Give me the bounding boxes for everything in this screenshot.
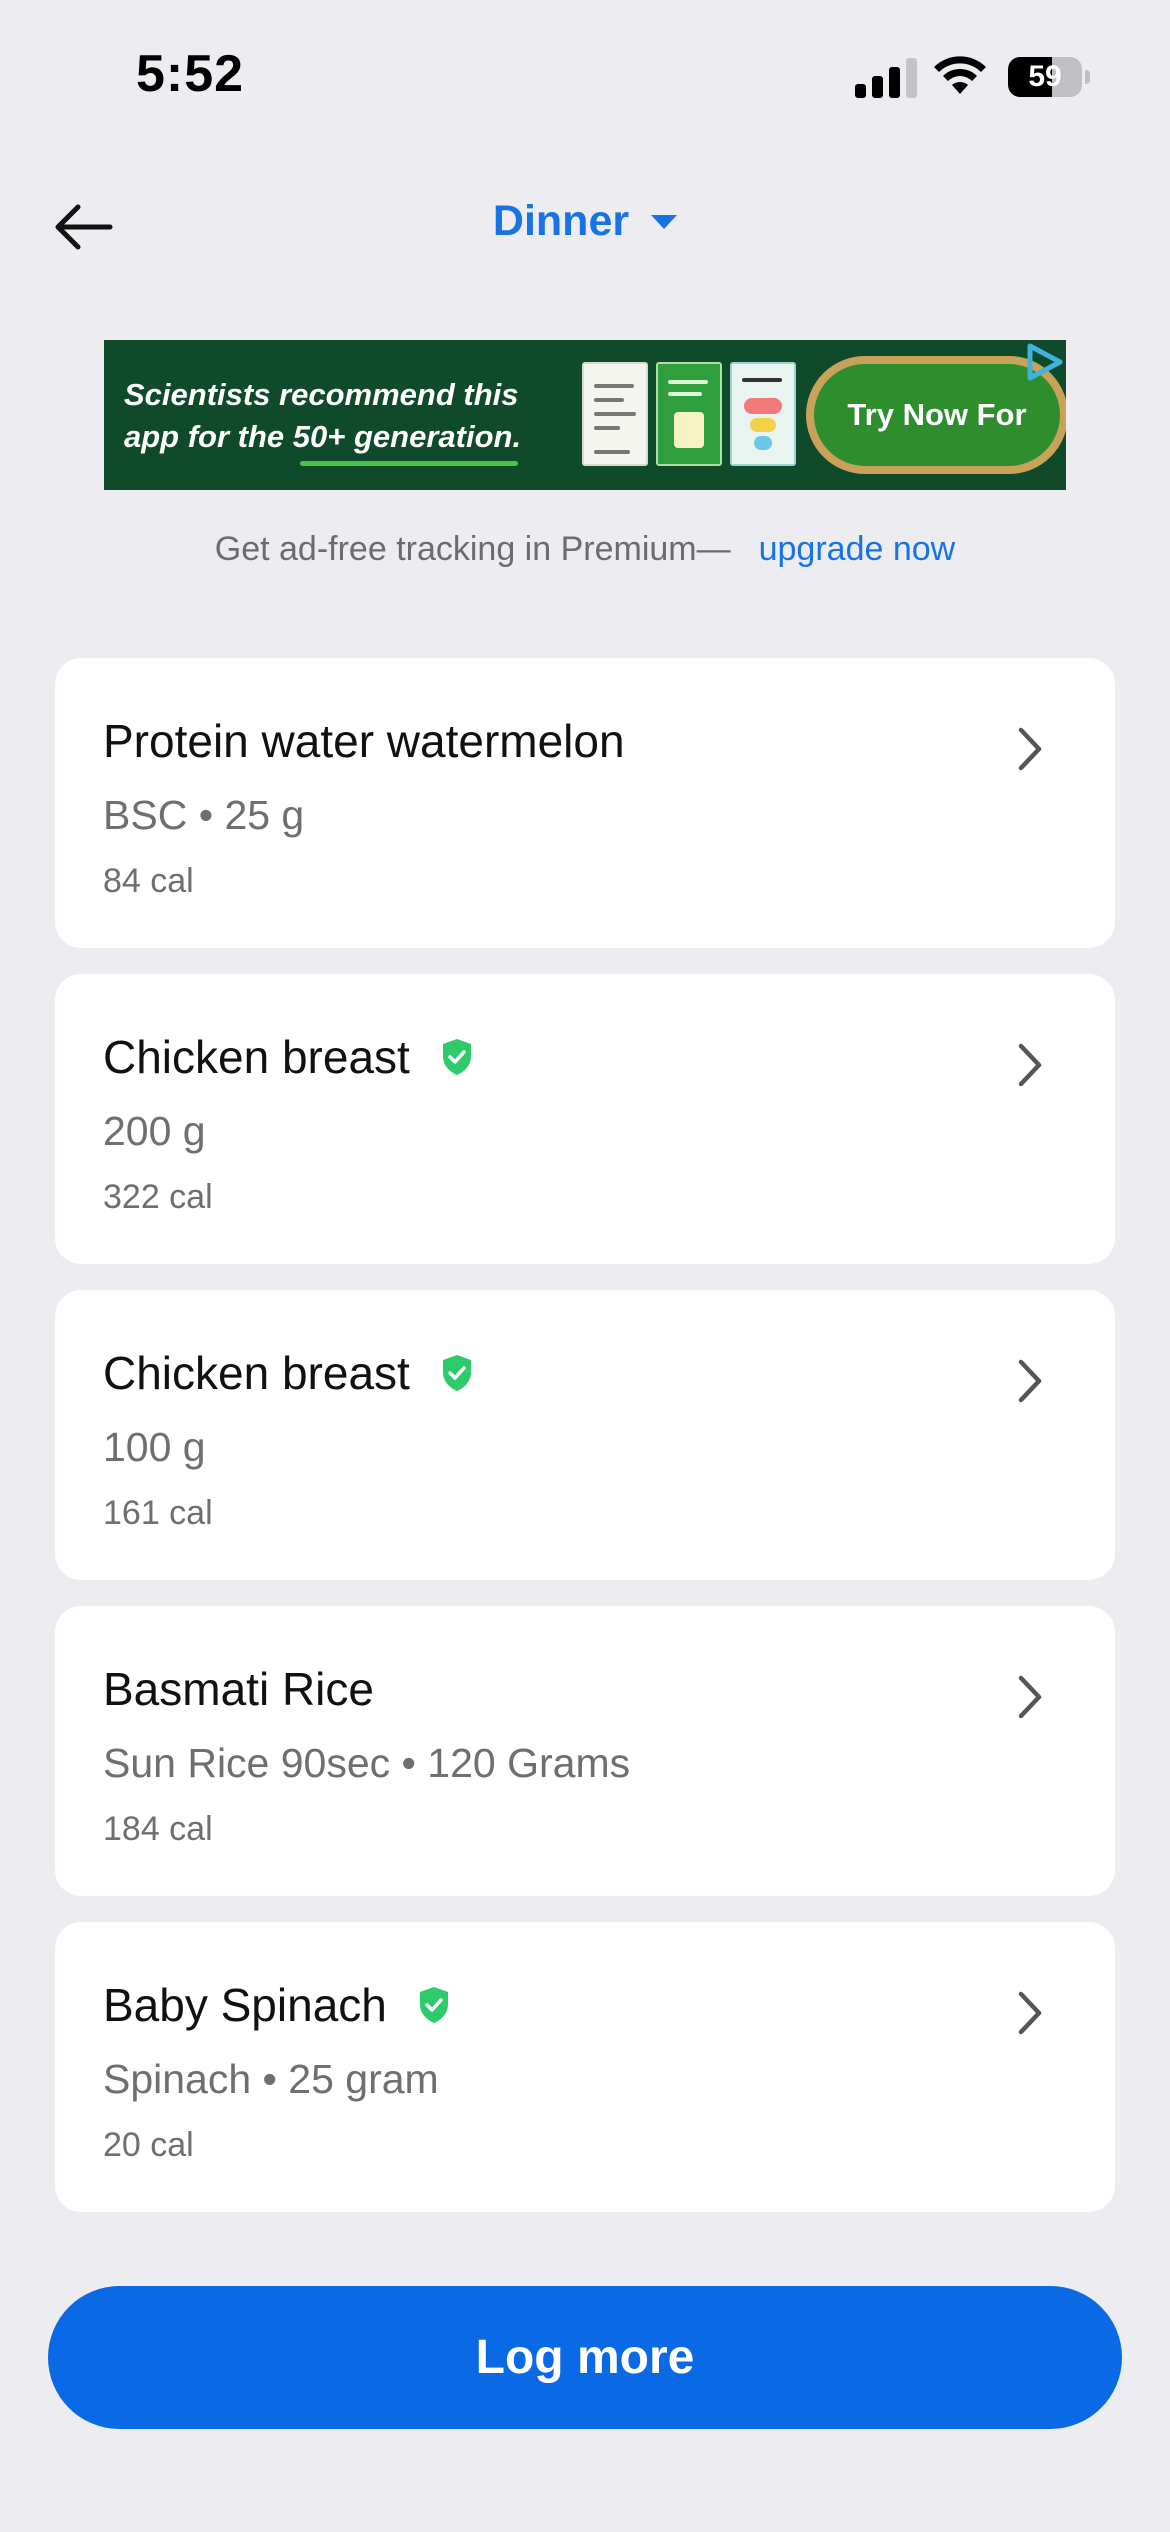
food-name: Chicken breast <box>103 1346 474 1400</box>
status-time: 5:52 <box>136 45 245 103</box>
ad-headline-line1: Scientists recommend this <box>124 377 519 412</box>
ad-headline-line2: app for the 50+ generation. <box>124 419 522 454</box>
food-serving-detail: Spinach • 25 gram <box>103 2056 439 2102</box>
food-log-screen: 5:52 59 Dinner Scientists recommend this… <box>0 0 1170 2532</box>
premium-text: Get ad-free tracking in Premium— <box>214 530 731 568</box>
dropdown-caret-icon <box>651 214 678 229</box>
chevron-right-icon <box>1018 1991 1042 2035</box>
food-calories: 20 cal <box>103 2126 194 2164</box>
food-calories: 322 cal <box>103 1178 213 1216</box>
battery-icon: 59 <box>1008 57 1090 97</box>
meal-title: Dinner <box>492 197 630 246</box>
ad-choices-icon[interactable] <box>1022 340 1066 384</box>
food-calories: 84 cal <box>103 862 194 900</box>
ad-banner[interactable]: Scientists recommend this app for the 50… <box>104 340 1066 490</box>
food-name-text: Basmati Rice <box>103 1663 374 1715</box>
food-name-text: Baby Spinach <box>103 1979 387 2031</box>
food-name-text: Chicken breast <box>103 1347 410 1399</box>
food-item-card[interactable]: Protein water watermelon BSC • 25 g 84 cal <box>55 658 1115 948</box>
cellular-signal-icon <box>855 58 917 98</box>
food-name: Basmati Rice <box>103 1662 374 1716</box>
verified-shield-icon <box>442 1039 471 1075</box>
food-serving-detail: BSC • 25 g <box>103 792 305 838</box>
upgrade-now-link[interactable]: upgrade now <box>759 530 956 569</box>
food-item-card[interactable]: Chicken breast 100 g 161 cal <box>55 1290 1115 1580</box>
food-name: Chicken breast <box>103 1030 474 1084</box>
food-serving-detail: 200 g <box>103 1108 206 1154</box>
status-bar: 5:52 59 <box>0 0 1170 150</box>
battery-level: 59 <box>1028 60 1062 93</box>
premium-upsell: Get ad-free tracking in Premium— upgrade … <box>0 530 1170 569</box>
food-name: Baby Spinach <box>103 1978 451 2032</box>
wifi-icon <box>934 56 986 94</box>
book-cover-image <box>656 362 722 466</box>
verified-shield-icon <box>419 1987 448 2023</box>
log-more-button[interactable]: Log more <box>48 2286 1122 2429</box>
ad-headline: Scientists recommend this app for the 50… <box>124 374 564 458</box>
food-item-card[interactable]: Chicken breast 200 g 322 cal <box>55 974 1115 1264</box>
food-calories: 184 cal <box>103 1810 213 1848</box>
food-serving-detail: Sun Rice 90sec • 120 Grams <box>103 1740 631 1786</box>
chevron-right-icon <box>1018 1359 1042 1403</box>
food-name: Protein water watermelon <box>103 714 625 768</box>
chevron-right-icon <box>1018 727 1042 771</box>
food-item-card[interactable]: Basmati Rice Sun Rice 90sec • 120 Grams 18… <box>55 1606 1115 1896</box>
ad-underline <box>300 461 518 466</box>
food-serving-detail: 100 g <box>103 1424 206 1470</box>
food-item-card[interactable]: Baby Spinach Spinach • 25 gram 20 cal <box>55 1922 1115 2212</box>
chevron-right-icon <box>1018 1675 1042 1719</box>
verified-shield-icon <box>442 1355 471 1391</box>
chevron-right-icon <box>1018 1043 1042 1087</box>
food-name-text: Protein water watermelon <box>103 715 625 767</box>
meal-selector[interactable]: Dinner <box>0 195 1170 255</box>
book-cover-image <box>582 362 648 466</box>
food-calories: 161 cal <box>103 1494 213 1532</box>
book-cover-image <box>730 362 796 466</box>
food-name-text: Chicken breast <box>103 1031 410 1083</box>
